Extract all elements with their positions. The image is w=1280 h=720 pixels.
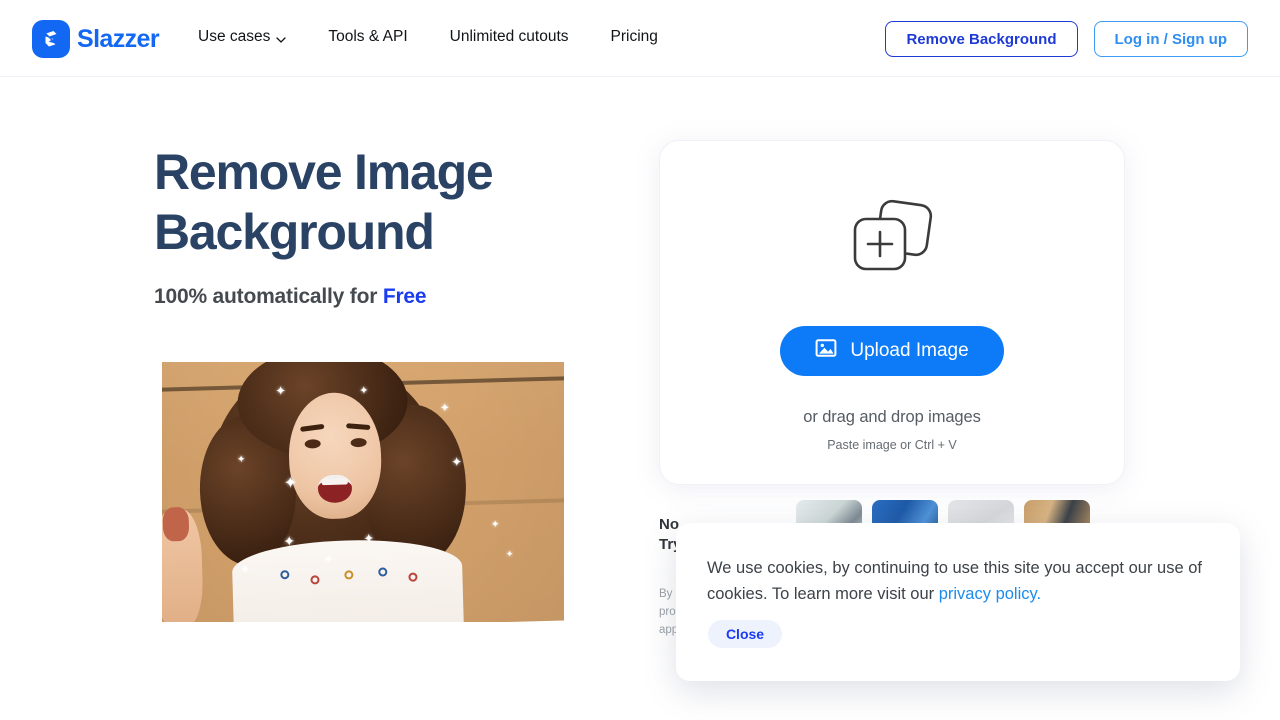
logo-text: Slazzer	[77, 24, 160, 53]
hero-subtitle-highlight: Free	[382, 285, 427, 308]
cookie-message: We use cookies, by continuing to use thi…	[707, 555, 1207, 607]
cookie-close-button[interactable]: Close	[708, 620, 782, 648]
nav-label: Tools & API	[328, 28, 408, 45]
drag-drop-text: or drag and drop images	[803, 408, 981, 426]
add-images-icon	[849, 197, 935, 280]
header-actions: Remove Background Log in / Sign up	[885, 21, 1248, 57]
nav-item-pricing[interactable]: Pricing	[611, 28, 658, 46]
page-root: Slazzer Use cases Tools & API Unlimited …	[0, 0, 1280, 720]
nav-item-unlimited-cutouts[interactable]: Unlimited cutouts	[450, 28, 569, 46]
login-signup-button[interactable]: Log in / Sign up	[1093, 21, 1248, 57]
slazzer-logo-icon	[32, 20, 70, 58]
upload-card[interactable]: Upload Image or drag and drop images Pas…	[659, 140, 1125, 485]
main-nav: Use cases Tools & API Unlimited cutouts …	[198, 28, 658, 46]
hero-subtitle-prefix: 100% automatically for	[154, 285, 383, 308]
remove-background-button[interactable]: Remove Background	[885, 21, 1078, 57]
privacy-policy-link[interactable]: privacy policy	[939, 585, 1037, 603]
paste-hint-text: Paste image or Ctrl + V	[827, 438, 957, 452]
upload-image-button[interactable]: Upload Image	[780, 326, 1004, 376]
nav-item-use-cases[interactable]: Use cases	[198, 28, 287, 46]
cookie-consent-banner: We use cookies, by continuing to use thi…	[676, 523, 1240, 681]
image-icon	[815, 337, 837, 365]
page-title: Remove Image Background	[154, 144, 494, 260]
chevron-down-icon	[276, 32, 287, 43]
upload-image-label: Upload Image	[850, 340, 969, 361]
nav-label: Use cases	[198, 28, 271, 45]
site-header: Slazzer Use cases Tools & API Unlimited …	[0, 0, 1280, 77]
cookie-message-part2: .	[1036, 585, 1042, 603]
hero-text-block: Remove Image Background 100% automatical…	[154, 142, 614, 309]
nav-item-tools-api[interactable]: Tools & API	[328, 28, 407, 46]
logo[interactable]: Slazzer	[32, 20, 160, 58]
nav-label: Unlimited cutouts	[449, 28, 569, 45]
hero-subtitle: 100% automatically for Free	[154, 285, 614, 309]
hero-photo: ✦ ✦ ✦ ✦ ✦ ✦ ✦ ✦ ✦ ✦ ✦ ✦	[162, 362, 564, 622]
woman-with-curly-hair-photo: ✦ ✦ ✦ ✦ ✦ ✦ ✦ ✦ ✦ ✦ ✦ ✦	[162, 362, 564, 622]
nav-label: Pricing	[610, 28, 658, 45]
